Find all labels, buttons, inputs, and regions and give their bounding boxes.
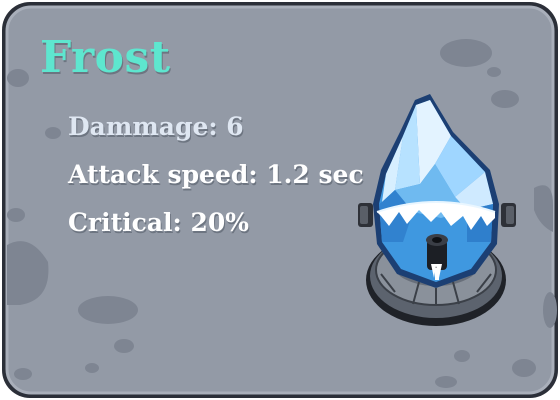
- critical-stat: Critical: 20%: [68, 208, 250, 237]
- damage-stat: Dammage: 6: [68, 112, 244, 141]
- tower-title: Frost: [40, 32, 171, 83]
- tower-info-card: Frost Dammage: 6 Attack speed: 1.2 sec C…: [0, 0, 560, 400]
- frost-crystal-tower-icon: [358, 94, 516, 326]
- attack-speed-stat: Attack speed: 1.2 sec: [68, 160, 364, 189]
